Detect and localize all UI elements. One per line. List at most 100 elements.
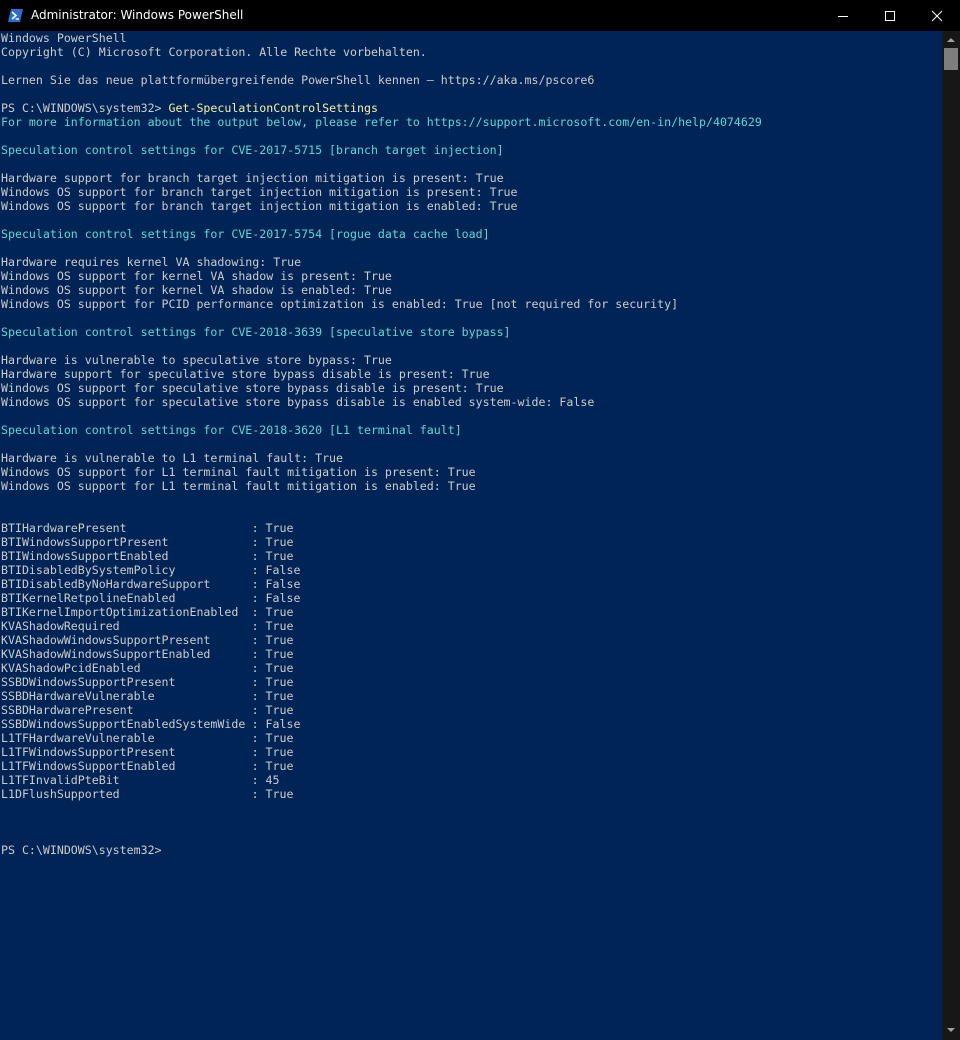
- property-value: True: [265, 759, 294, 773]
- property-name: L1TFWindowsSupportPresent: [1, 745, 176, 759]
- property-value: False: [265, 563, 301, 577]
- property-name: BTIKernelRetpolineEnabled: [1, 591, 176, 605]
- property-value: True: [265, 731, 294, 745]
- section-heading: Speculation control settings for CVE-201…: [1, 143, 504, 157]
- property-value: True: [265, 633, 294, 647]
- property-value: True: [265, 787, 294, 801]
- maximize-icon: [885, 11, 895, 21]
- section-heading: Speculation control settings for CVE-201…: [1, 423, 462, 437]
- property-value: True: [265, 647, 294, 661]
- powershell-icon[interactable]: [8, 8, 23, 23]
- property-separator: :: [244, 745, 266, 759]
- property-separator: :: [244, 759, 266, 773]
- property-row: BTIDisabledByNoHardwareSupport : False: [1, 577, 941, 591]
- property-row: BTIWindowsSupportPresent : True: [1, 535, 941, 549]
- property-row: L1TFInvalidPteBit : 45: [1, 773, 941, 787]
- prompt-line: PS C:\WINDOWS\system32>: [1, 843, 941, 857]
- property-value: True: [265, 675, 294, 689]
- chevron-up-icon: [947, 38, 955, 42]
- property-separator: :: [244, 605, 266, 619]
- property-separator: :: [244, 633, 266, 647]
- property-name: L1DFlushSupported: [1, 787, 120, 801]
- property-value: True: [265, 689, 294, 703]
- property-separator: :: [244, 521, 266, 535]
- property-name: BTIHardwarePresent: [1, 521, 127, 535]
- section-line: Windows OS support for speculative store…: [1, 381, 504, 395]
- property-name: KVAShadowPcidEnabled: [1, 661, 141, 675]
- property-row: KVAShadowWindowsSupportPresent : True: [1, 633, 941, 647]
- section-heading: Speculation control settings for CVE-201…: [1, 325, 511, 339]
- vertical-scrollbar[interactable]: [942, 31, 960, 1040]
- property-row: SSBDHardwarePresent : True: [1, 703, 941, 717]
- property-row: SSBDHardwareVulnerable : True: [1, 689, 941, 703]
- property-name: BTIDisabledBySystemPolicy: [1, 563, 176, 577]
- property-separator: :: [244, 773, 266, 787]
- property-list: BTIHardwarePresent : True BTIWindowsSuppo…: [1, 521, 941, 801]
- property-value: False: [265, 717, 301, 731]
- section-line: Windows OS support for branch target inj…: [1, 185, 518, 199]
- powershell-window: Administrator: Windows PowerShell Window…: [0, 0, 960, 1040]
- property-value: 45: [265, 773, 280, 787]
- console-output[interactable]: Windows PowerShell Copyright (C) Microso…: [0, 31, 942, 1040]
- property-row: BTIKernelImportOptimizationEnabled : Tru…: [1, 605, 941, 619]
- section-line: Windows OS support for L1 terminal fault…: [1, 479, 476, 493]
- scroll-down-button[interactable]: [942, 1023, 960, 1037]
- property-row: BTIKernelRetpolineEnabled : False: [1, 591, 941, 605]
- window-title: Administrator: Windows PowerShell: [31, 8, 244, 22]
- property-name: KVAShadowRequired: [1, 619, 120, 633]
- close-button[interactable]: [914, 0, 960, 31]
- property-separator: :: [244, 563, 266, 577]
- property-separator: :: [244, 731, 266, 745]
- property-name: L1TFWindowsSupportEnabled: [1, 759, 176, 773]
- banner-line: Windows PowerShell: [1, 31, 127, 45]
- property-separator: :: [244, 647, 266, 661]
- property-value: False: [265, 577, 301, 591]
- property-separator: :: [244, 675, 266, 689]
- banner-line: Lernen Sie das neue plattformübergreifen…: [1, 73, 595, 87]
- section-heading: Speculation control settings for CVE-201…: [1, 227, 490, 241]
- property-separator: :: [244, 717, 266, 731]
- property-value: True: [265, 619, 294, 633]
- section-line: Hardware requires kernel VA shadowing: T…: [1, 255, 302, 269]
- section-line: Windows OS support for speculative store…: [1, 395, 595, 409]
- section-line: Windows OS support for L1 terminal fault…: [1, 465, 476, 479]
- section-line: Hardware support for speculative store b…: [1, 367, 490, 381]
- property-row: BTIWindowsSupportEnabled : True: [1, 549, 941, 563]
- property-name: L1TFHardwareVulnerable: [1, 731, 155, 745]
- maximize-button[interactable]: [867, 0, 913, 31]
- property-name: KVAShadowWindowsSupportPresent: [1, 633, 211, 647]
- info-line: For more information about the output be…: [1, 115, 762, 129]
- property-separator: :: [244, 549, 266, 563]
- property-row: BTIDisabledBySystemPolicy : False: [1, 563, 941, 577]
- property-name: BTIDisabledByNoHardwareSupport: [1, 577, 211, 591]
- minimize-button[interactable]: [820, 0, 866, 31]
- title-bar[interactable]: Administrator: Windows PowerShell: [0, 0, 960, 31]
- scroll-up-button[interactable]: [942, 33, 960, 47]
- banner-line: Copyright (C) Microsoft Corporation. All…: [1, 45, 427, 59]
- property-separator: :: [244, 689, 266, 703]
- property-name: SSBDHardwarePresent: [1, 703, 134, 717]
- scrollbar-thumb[interactable]: [944, 48, 958, 70]
- property-value: True: [265, 521, 294, 535]
- property-row: BTIHardwarePresent : True: [1, 521, 941, 535]
- close-icon: [931, 10, 943, 22]
- property-separator: :: [244, 787, 266, 801]
- property-separator: :: [244, 661, 266, 675]
- property-name: KVAShadowWindowsSupportEnabled: [1, 647, 211, 661]
- property-row: L1TFWindowsSupportEnabled : True: [1, 759, 941, 773]
- property-row: L1TFHardwareVulnerable : True: [1, 731, 941, 745]
- property-separator: :: [244, 591, 266, 605]
- property-value: True: [265, 549, 294, 563]
